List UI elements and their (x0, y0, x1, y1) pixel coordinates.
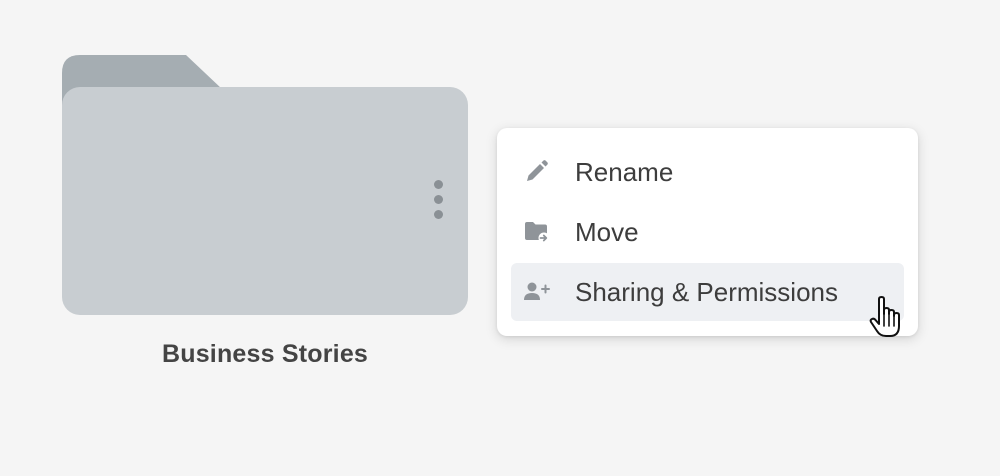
add-user-icon (524, 282, 550, 300)
menu-item-label: Sharing & Permissions (575, 277, 838, 307)
menu-item-sharing-permissions[interactable]: Sharing & Permissions (511, 263, 904, 321)
pencil-icon (527, 160, 548, 181)
kebab-menu-icon[interactable] (426, 175, 450, 223)
hand-pointer-icon (869, 296, 900, 337)
menu-item-label: Rename (575, 157, 674, 187)
folder-move-icon (525, 222, 550, 244)
menu-item-move[interactable]: Move (511, 203, 904, 261)
folder-card[interactable] (62, 55, 468, 315)
kebab-dot (434, 180, 443, 189)
folder-icon (62, 87, 468, 315)
kebab-dot (434, 195, 443, 204)
folder-name[interactable]: Business Stories (62, 340, 468, 369)
menu-item-label: Move (575, 217, 639, 247)
kebab-dot (434, 210, 443, 219)
context-menu: Rename Move Sharing & Permissions (497, 128, 918, 336)
menu-item-rename[interactable]: Rename (511, 143, 904, 201)
